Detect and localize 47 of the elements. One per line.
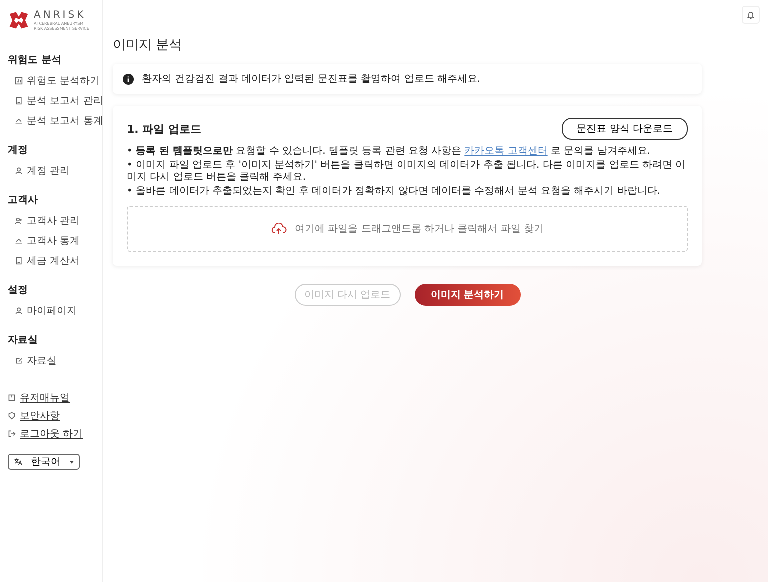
footer-link[interactable]: 보안사항 bbox=[8, 408, 102, 424]
bell-icon bbox=[746, 10, 756, 20]
guide-text: • 올바른 데이터가 추출되었는지 확인 후 데이터가 정확하지 않다면 데이터를 수정해서 분석 요청을 해주시기 바랍니다. bbox=[127, 186, 662, 198]
caret-icon bbox=[70, 460, 74, 464]
notification-button[interactable] bbox=[742, 6, 760, 24]
chart-icon bbox=[15, 77, 23, 85]
user-icon bbox=[15, 307, 23, 315]
section-title: 위험도 분석 bbox=[8, 54, 62, 67]
guide-text: • 이미지 파일 업로드 후 '이미지 분석하기' 버튼을 클릭하면 이미지의 데이터가 추출 됩니다. 다른 이미지를 업로드 하려면 이미지 다시 업로드 버튼을 클릭해 주세요. bbox=[127, 160, 687, 184]
info-icon bbox=[123, 74, 134, 84]
doc-icon bbox=[15, 257, 23, 265]
doc-icon bbox=[15, 97, 23, 105]
sidebar-item[interactable]: 위험도 분석하기 bbox=[8, 71, 102, 91]
section-title: 계정 bbox=[8, 144, 29, 157]
section-heading: 1. 파일 업로드 bbox=[127, 122, 202, 136]
user-icon bbox=[15, 167, 23, 175]
logout-icon bbox=[8, 430, 16, 438]
sidebar-item[interactable]: 계정 관리 bbox=[8, 161, 102, 181]
sidebar-item[interactable]: 고객사 관리 bbox=[8, 211, 102, 231]
sidebar-item[interactable]: 세금 계산서 bbox=[8, 251, 102, 271]
sidebar-item[interactable]: 분석 보고서 통계 bbox=[8, 111, 102, 131]
notice-text: 환자의 건강검진 결과 데이터가 입력된 문진표를 촬영하여 업로드 해주세요. bbox=[142, 73, 481, 86]
download-button[interactable]: 문진표 양식 다운로드 bbox=[562, 118, 688, 140]
logo-name: ANRISK bbox=[34, 10, 88, 21]
book-icon bbox=[8, 394, 16, 402]
footer-link[interactable]: 로그아웃 하기 bbox=[8, 426, 102, 442]
cloud-upload-icon bbox=[270, 223, 287, 235]
edit-icon bbox=[15, 357, 23, 365]
sidebar-item[interactable]: 고객사 통계 bbox=[8, 231, 102, 251]
sidebar-item[interactable]: 자료실 bbox=[8, 351, 102, 371]
dropzone-text: 여기에 파일을 드래그앤드롭 하거나 클릭해서 파일 찾기 bbox=[294, 223, 544, 236]
section-title: 고객사 bbox=[8, 194, 39, 207]
section-title: 자료실 bbox=[8, 334, 39, 347]
section-title: 설정 bbox=[8, 284, 29, 297]
translate-icon bbox=[14, 458, 22, 466]
page-title: 이미지 분석 bbox=[113, 37, 184, 54]
support-link[interactable]: 카카오톡 고객센터 bbox=[464, 146, 548, 157]
users-icon bbox=[15, 217, 23, 225]
sidebar-item[interactable]: 분석 보고서 관리 bbox=[8, 91, 102, 111]
file-dropzone[interactable]: 여기에 파일을 드래그앤드롭 하거나 클릭해서 파일 찾기 bbox=[127, 206, 688, 252]
logo-icon bbox=[8, 11, 30, 30]
guide-text: • 등록 된 템플릿으로만 요청할 수 있습니다. 템플릿 등록 관련 요청 사항은 카카오톡 고객센터 로 문의를 남겨주세요. bbox=[127, 146, 652, 158]
analyze-button[interactable]: 이미지 분석하기 bbox=[414, 284, 520, 306]
sidebar-item[interactable]: 마이페이지 bbox=[8, 301, 102, 321]
language-select[interactable]: 한국어 bbox=[8, 454, 80, 470]
footer-link[interactable]: 유저매뉴얼 bbox=[8, 390, 102, 406]
shield-icon bbox=[8, 412, 16, 420]
